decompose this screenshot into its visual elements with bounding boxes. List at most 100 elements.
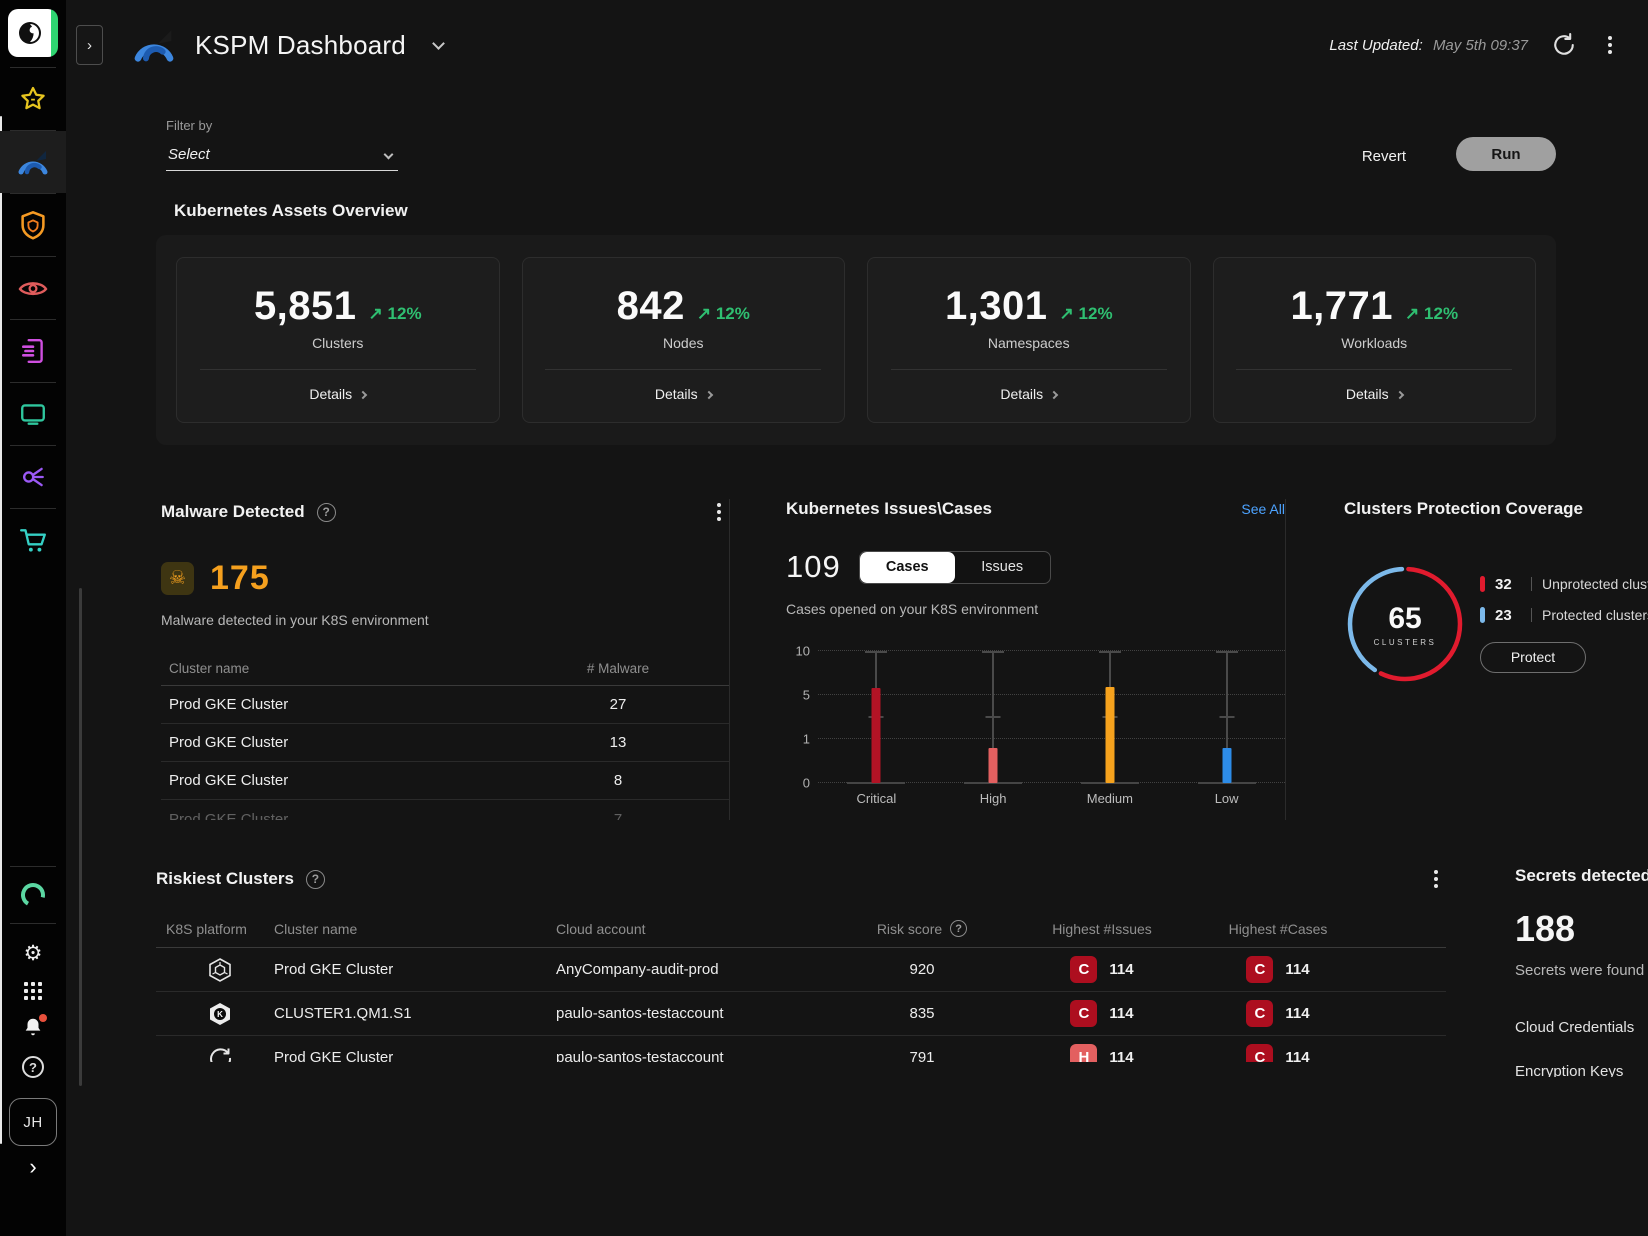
star-icon [18,84,48,114]
kebab-icon [717,503,721,507]
monitor-icon [19,401,47,427]
sidebar-item-apps[interactable] [0,972,66,1010]
last-updated-value: May 5th 09:37 [1433,37,1528,54]
grid-icon [23,981,43,1001]
kubernetes-platform-icon: K [207,1001,233,1027]
risk-score: 920 [838,961,1006,978]
filter-select[interactable]: Select [166,141,398,171]
category-label: Critical [857,791,897,806]
table-row[interactable]: Prod GKE Cluster paulo-santos-testaccoun… [156,1036,1446,1062]
malware-table-header: Cluster name # Malware [161,652,729,686]
see-all-link[interactable]: See All [1241,501,1285,517]
table-row[interactable]: Prod GKE Cluster 13 [161,724,729,762]
issues-cases-panel: Kubernetes Issues\Cases See All 109 Case… [758,499,1285,820]
tab-issues[interactable]: Issues [955,552,1050,583]
trend-up-icon: ↗ [697,304,711,323]
sidebar-item-favorites[interactable] [0,68,66,130]
assets-overview-panel: 5,851 ↗ 12% Clusters Details 842 ↗ [156,235,1556,445]
table-row[interactable]: Prod GKE Cluster 7 [161,800,729,820]
malware-kebab-menu[interactable] [709,499,729,525]
severity-bar [872,688,881,783]
kebab-icon [1434,870,1438,874]
table-row[interactable]: Prod GKE Cluster 8 [161,762,729,800]
category-label: Low [1215,791,1239,806]
cart-icon [18,526,48,554]
severity-badge: C [1246,1000,1273,1027]
malware-skull-badge: ☠ [161,562,194,595]
category-label: High [980,791,1007,806]
whisker-cap [1099,651,1121,653]
eye-icon [17,275,49,301]
expand-icon: › [29,1154,36,1179]
secret-type-row[interactable]: Encryption Keys [1515,1049,1648,1077]
chevron-right-icon [359,390,367,398]
riskiest-title: Riskiest Clusters [156,869,294,889]
riskiest-kebab-menu[interactable] [1426,866,1446,892]
malware-table: Cluster name # Malware Prod GKE Cluster … [161,652,729,820]
notification-dot [39,1014,47,1022]
gauge-icon [16,147,50,177]
divider [891,369,1167,370]
refresh-button[interactable] [1550,31,1578,59]
legend-item-unprotected: 32 Unprotected clusters [1480,576,1648,593]
sidebar-item-connections[interactable] [0,446,66,508]
riskiest-table: K8S platform Cluster name Cloud account … [156,910,1446,1062]
chevron-down-icon [384,150,394,160]
details-link[interactable]: Details [309,386,366,402]
column-header-cases: Highest #Cases [1198,921,1358,937]
issues-cases-subtitle: Cases opened on your K8S environment [786,601,1285,617]
topbar-kebab-menu[interactable] [1600,32,1620,58]
sidebar-item-help[interactable]: ? [0,1048,66,1086]
chevron-down-icon[interactable] [432,37,445,50]
chevron-right-icon [1050,390,1058,398]
sidebar-item-endpoints[interactable] [0,383,66,445]
highest-cases: C 114 [1198,1044,1358,1062]
malware-detected-panel: Malware Detected ? ☠ 175 Malware detecte… [161,499,729,820]
sidebar-expand-button[interactable]: › [29,1156,36,1178]
sidebar-item-visibility[interactable] [0,257,66,319]
protect-button[interactable]: Protect [1480,642,1586,673]
mid-row: Malware Detected ? ☠ 175 Malware detecte… [66,499,1648,820]
app-logo[interactable] [8,9,58,57]
help-icon[interactable]: ? [317,503,336,522]
collapse-sidebar-button[interactable]: › [76,25,103,65]
trend-up-icon: ↗ [1060,304,1074,323]
sidebar-item-reports[interactable] [0,320,66,382]
table-row[interactable]: Prod GKE Cluster 27 [161,686,729,724]
asset-delta: ↗ 12% [697,304,750,324]
sidebar-item-integrations[interactable] [0,867,66,923]
severity-badge: C [1070,956,1097,983]
shield-icon [19,210,47,240]
sidebar-item-marketplace[interactable] [0,509,66,571]
details-link[interactable]: Details [1000,386,1057,402]
sidebar-item-kspm-dashboard[interactable] [0,131,66,193]
secrets-title: Secrets detected in Clusters [1515,866,1648,885]
y-axis-tick-label: 10 [796,644,810,659]
divider [545,369,821,370]
table-row[interactable]: K CLUSTER1.QM1.S1 paulo-santos-testaccou… [156,992,1446,1036]
scrollbar-thumb[interactable] [79,588,82,1086]
chart-bar-group-critical: Critical [841,651,911,783]
help-icon[interactable]: ? [950,920,967,937]
help-icon[interactable]: ? [306,870,325,889]
avatar[interactable]: JH [9,1098,57,1146]
asset-label: Namespaces [988,335,1070,351]
kebab-icon [1608,36,1612,40]
asset-delta: ↗ 12% [369,304,422,324]
cases-issues-toggle: Cases Issues [859,551,1051,584]
column-header-cluster: Cluster name [274,921,556,937]
sidebar-item-notifications[interactable] [0,1010,66,1048]
share-icon [19,463,47,491]
tab-cases[interactable]: Cases [860,552,955,583]
column-header-account: Cloud account [556,921,838,937]
sidebar-item-settings[interactable]: ⚙ [0,934,66,972]
run-button[interactable]: Run [1456,137,1556,171]
column-header-issues: Highest #Issues [1006,921,1198,937]
details-link[interactable]: Details [655,386,712,402]
revert-button[interactable]: Revert [1358,142,1410,171]
sidebar-item-protection[interactable] [0,194,66,256]
secrets-subtitle: Secrets were found in 23 Clusters [1515,962,1648,979]
table-row[interactable]: Prod GKE Cluster AnyCompany-audit-prod 9… [156,948,1446,992]
secret-type-row[interactable]: Cloud Credentials [1515,1005,1648,1049]
details-link[interactable]: Details [1346,386,1403,402]
